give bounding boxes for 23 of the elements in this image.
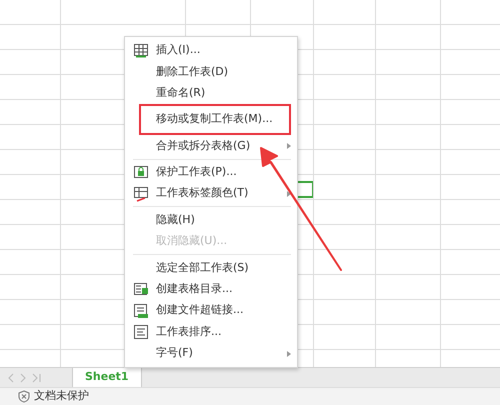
menu-item[interactable]: 创建文件超链接... [125,300,297,322]
first-sheet-icon[interactable] [8,372,14,382]
menu-item[interactable]: 隐藏(H) [125,209,297,231]
shield-icon [18,390,30,403]
menu-item[interactable]: 创建表格目录... [125,278,297,300]
menu-item[interactable]: 移动或复制工作表(M)... [125,104,297,136]
previous-sheet-icon[interactable] [20,372,26,382]
menu-item[interactable]: 合并或拆分表格(G) [125,135,297,157]
lock-sheet-icon [133,164,149,180]
grid-icon [133,42,149,59]
menu-item[interactable]: 保护工作表(P)... [125,162,297,183]
menu-item[interactable]: 重命名(R) [125,82,297,104]
menu-item[interactable]: 工作表排序... [125,321,297,343]
menu-item[interactable]: 插入(I)... [125,40,297,62]
protection-status: 文档未保护 [34,388,89,404]
last-sheet-icon[interactable] [32,372,41,382]
table-list-icon [133,281,149,298]
document-link-icon [133,302,149,319]
menu-item[interactable]: 选定全部工作表(S) [125,257,297,279]
sort-list-icon [133,324,149,340]
menu-item[interactable]: 字号(F) [125,342,297,364]
menu-item[interactable]: 删除工作表(D) [125,61,297,83]
sheet-color-icon [133,186,149,202]
